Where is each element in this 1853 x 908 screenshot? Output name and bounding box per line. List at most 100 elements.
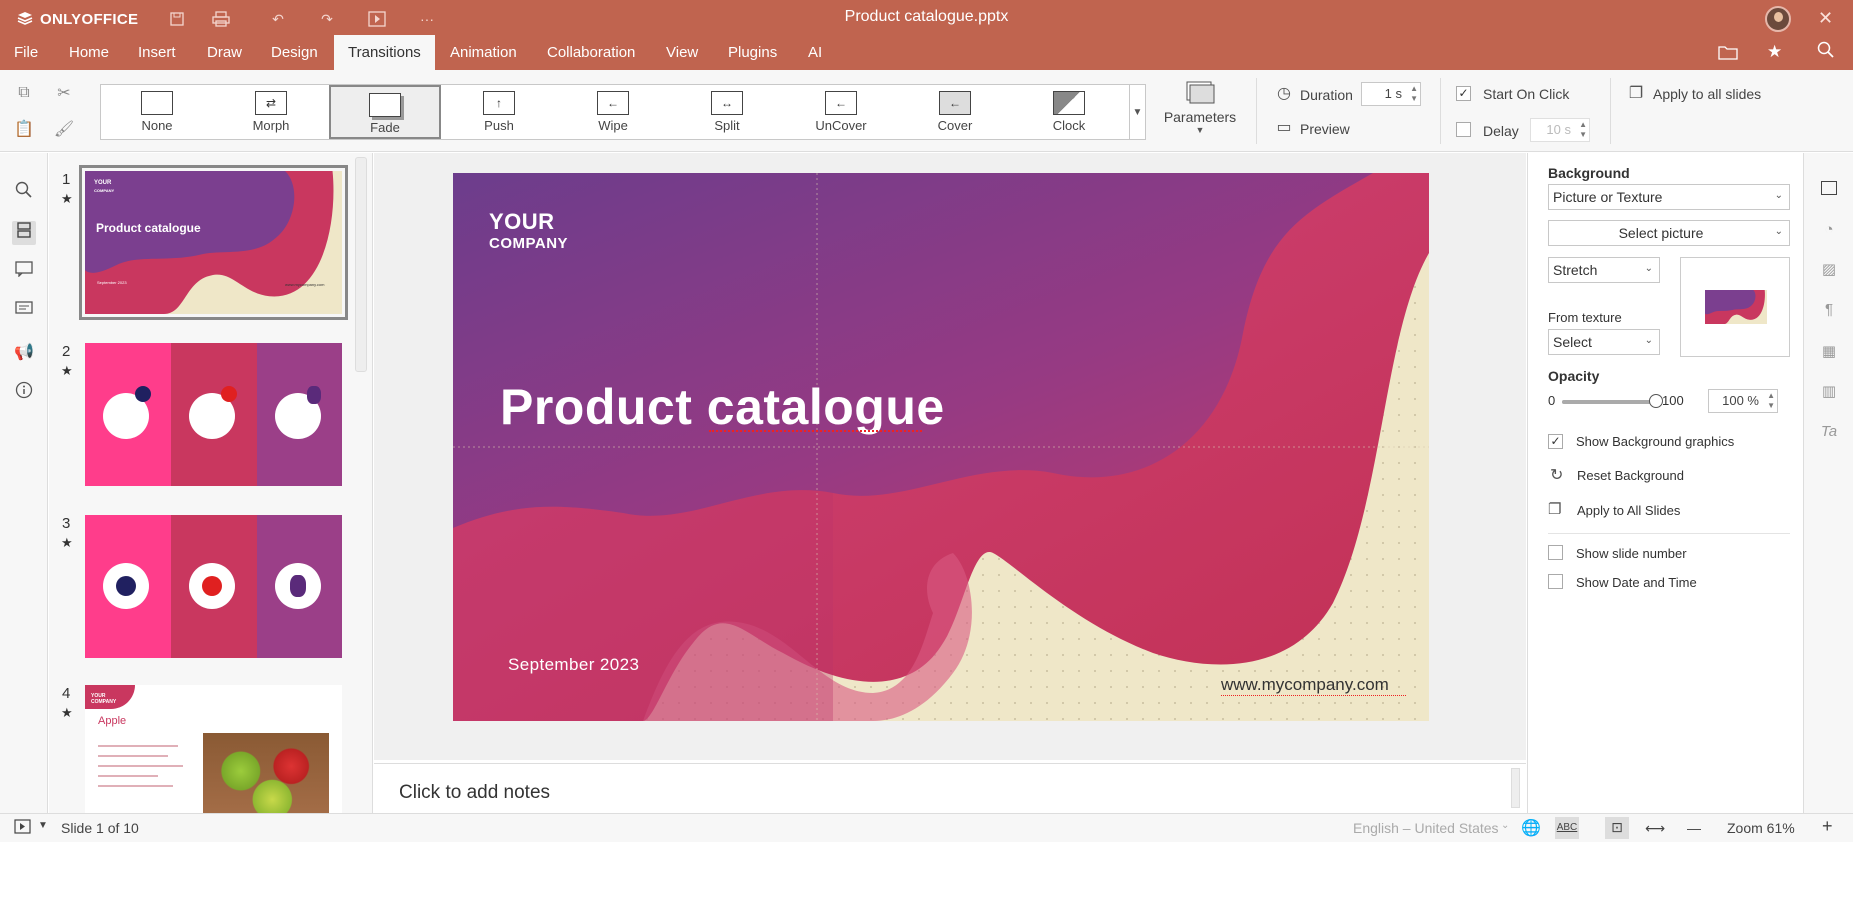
tab-file[interactable]: File	[0, 35, 52, 70]
save-icon[interactable]	[165, 8, 189, 30]
tab-transitions[interactable]: Transitions	[334, 35, 435, 70]
tab-animation[interactable]: Animation	[436, 35, 531, 70]
copy-icon[interactable]: ⧉	[12, 82, 36, 104]
plum-icon	[116, 576, 136, 596]
transition-fade[interactable]: Fade	[329, 85, 441, 139]
more-icon[interactable]: ···	[415, 8, 439, 30]
tab-home[interactable]: Home	[55, 35, 123, 70]
apply-to-all-slides-link[interactable]: Apply to All Slides	[1577, 503, 1680, 518]
transition-none[interactable]: None	[101, 85, 213, 139]
left-sidebar: 📢	[0, 153, 48, 813]
transition-cover[interactable]: ← Cover	[899, 85, 1011, 139]
delay-checkbox[interactable]	[1456, 122, 1471, 137]
apply-to-all-slides-button[interactable]: Apply to all slides	[1653, 86, 1761, 102]
preview-icon[interactable]: ▭	[1272, 116, 1296, 138]
paragraph-settings-icon[interactable]: ¶	[1818, 299, 1840, 321]
gallery-expand-icon[interactable]: ▼	[1130, 84, 1146, 140]
delay-input[interactable]: 10 s ▲ ▼	[1530, 118, 1590, 142]
image-settings-icon[interactable]: ▨	[1818, 259, 1840, 281]
duration-value: 1 s	[1384, 86, 1402, 101]
fit-slide-icon[interactable]: ⊡	[1605, 817, 1629, 839]
tab-draw[interactable]: Draw	[193, 35, 256, 70]
slide-1[interactable]: YOUR COMPANY Product catalogue September…	[453, 173, 1429, 721]
open-location-icon[interactable]	[1718, 44, 1738, 65]
show-bg-graphics-checkbox[interactable]: ✓	[1548, 434, 1563, 449]
format-painter-icon[interactable]: 🖌	[52, 118, 76, 140]
transition-uncover[interactable]: ← UnCover	[785, 85, 897, 139]
undo-icon[interactable]: ↶	[266, 8, 290, 30]
favorite-star-icon[interactable]: ★	[1767, 42, 1782, 62]
slide-company[interactable]: YOUR COMPANY	[489, 211, 568, 255]
slide-thumbnail-4[interactable]: YOUR COMPANY Apple	[85, 685, 342, 813]
slide-thumbnail-2[interactable]	[85, 343, 342, 486]
info-icon[interactable]	[12, 381, 36, 405]
opacity-slider-handle[interactable]	[1649, 394, 1663, 408]
show-slide-number-checkbox[interactable]	[1548, 545, 1563, 560]
show-date-time-checkbox[interactable]	[1548, 574, 1563, 589]
shape-settings-icon[interactable]: ◔	[1818, 219, 1840, 241]
transition-push[interactable]: ↑ Push	[443, 85, 555, 139]
preview-button[interactable]: Preview	[1300, 121, 1350, 137]
announcement-icon[interactable]: 📢	[12, 341, 36, 365]
close-window-icon[interactable]: ✕	[1818, 8, 1833, 29]
slide-url[interactable]: www.mycompany.com	[1221, 675, 1389, 695]
slide-thumbnail-1[interactable]: YOUR COMPANY Product catalogue September …	[79, 165, 348, 320]
slide-thumbnail-3[interactable]	[85, 515, 342, 658]
opacity-max: 100	[1662, 393, 1684, 408]
tab-plugins[interactable]: Plugins	[714, 35, 791, 70]
print-icon[interactable]	[209, 8, 233, 30]
paste-icon[interactable]: 📋	[12, 118, 36, 140]
zoom-out-icon[interactable]: —	[1687, 820, 1701, 836]
search-icon[interactable]	[12, 181, 36, 205]
language-globe-icon[interactable]: 🌐	[1521, 818, 1541, 838]
stretch-select[interactable]: Stretch ⌄	[1548, 257, 1660, 283]
spellcheck-icon[interactable]: ABC	[1555, 817, 1579, 839]
chevron-down-icon[interactable]: ▼	[38, 820, 48, 831]
comments-icon[interactable]	[12, 261, 36, 285]
opacity-slider[interactable]	[1562, 394, 1663, 408]
zoom-in-icon[interactable]: +	[1822, 816, 1833, 837]
fill-type-select[interactable]: Picture or Texture ⌄	[1548, 184, 1790, 210]
slide-title[interactable]: Product catalogue	[500, 378, 945, 436]
text-art-settings-icon[interactable]: Ta	[1818, 421, 1840, 443]
notes-area[interactable]: Click to add notes	[374, 763, 1526, 813]
select-picture-button[interactable]: Select picture ⌄	[1548, 220, 1790, 246]
notes-placeholder[interactable]: Click to add notes	[399, 782, 550, 804]
slideshow-icon[interactable]	[365, 8, 389, 30]
opacity-input[interactable]: 100 % ▲ ▼	[1708, 389, 1778, 413]
chart-settings-icon[interactable]: ▥	[1818, 381, 1840, 403]
texture-select[interactable]: Select ⌄	[1548, 329, 1660, 355]
transition-split[interactable]: ↔ Split	[671, 85, 783, 139]
search-icon[interactable]	[1817, 41, 1835, 64]
tab-view[interactable]: View	[652, 35, 712, 70]
slide-settings-icon[interactable]	[1821, 181, 1837, 195]
slides-panel-icon[interactable]	[12, 221, 36, 245]
spin-arrows-icon[interactable]: ▲ ▼	[1579, 120, 1587, 140]
transition-morph[interactable]: ⇄ Morph	[215, 85, 327, 139]
slideshow-start-icon[interactable]	[14, 819, 32, 838]
transition-label: UnCover	[815, 118, 867, 133]
transition-clock[interactable]: Clock	[1013, 85, 1125, 139]
language-selector[interactable]: English – United States	[1353, 820, 1499, 836]
tab-ai[interactable]: AI	[794, 35, 836, 70]
redo-icon[interactable]: ↷	[315, 8, 339, 30]
spin-arrows-icon[interactable]: ▲ ▼	[1767, 391, 1775, 411]
tab-insert[interactable]: Insert	[124, 35, 190, 70]
reset-background-button[interactable]: Reset Background	[1577, 468, 1684, 483]
duration-input[interactable]: 1 s ▲ ▼	[1361, 82, 1421, 106]
start-on-click-checkbox[interactable]: ✓	[1456, 86, 1471, 101]
spin-arrows-icon[interactable]: ▲ ▼	[1410, 84, 1418, 104]
thumbnails-scrollbar[interactable]	[355, 157, 367, 372]
tab-collaboration[interactable]: Collaboration	[533, 35, 649, 70]
cut-icon[interactable]: ✂	[52, 82, 76, 104]
transition-wipe[interactable]: ← Wipe	[557, 85, 669, 139]
chevron-down-icon[interactable]: ⌄	[1501, 820, 1509, 831]
fit-width-icon[interactable]: ⟷	[1645, 820, 1665, 837]
notes-scrollbar[interactable]	[1511, 768, 1520, 808]
parameters-button[interactable]: Parameters ▼	[1160, 78, 1240, 142]
tab-design[interactable]: Design	[257, 35, 332, 70]
slide-date[interactable]: September 2023	[508, 655, 639, 675]
user-avatar[interactable]	[1765, 6, 1791, 32]
table-settings-icon[interactable]: ▦	[1818, 341, 1840, 363]
chat-icon[interactable]	[12, 301, 36, 325]
